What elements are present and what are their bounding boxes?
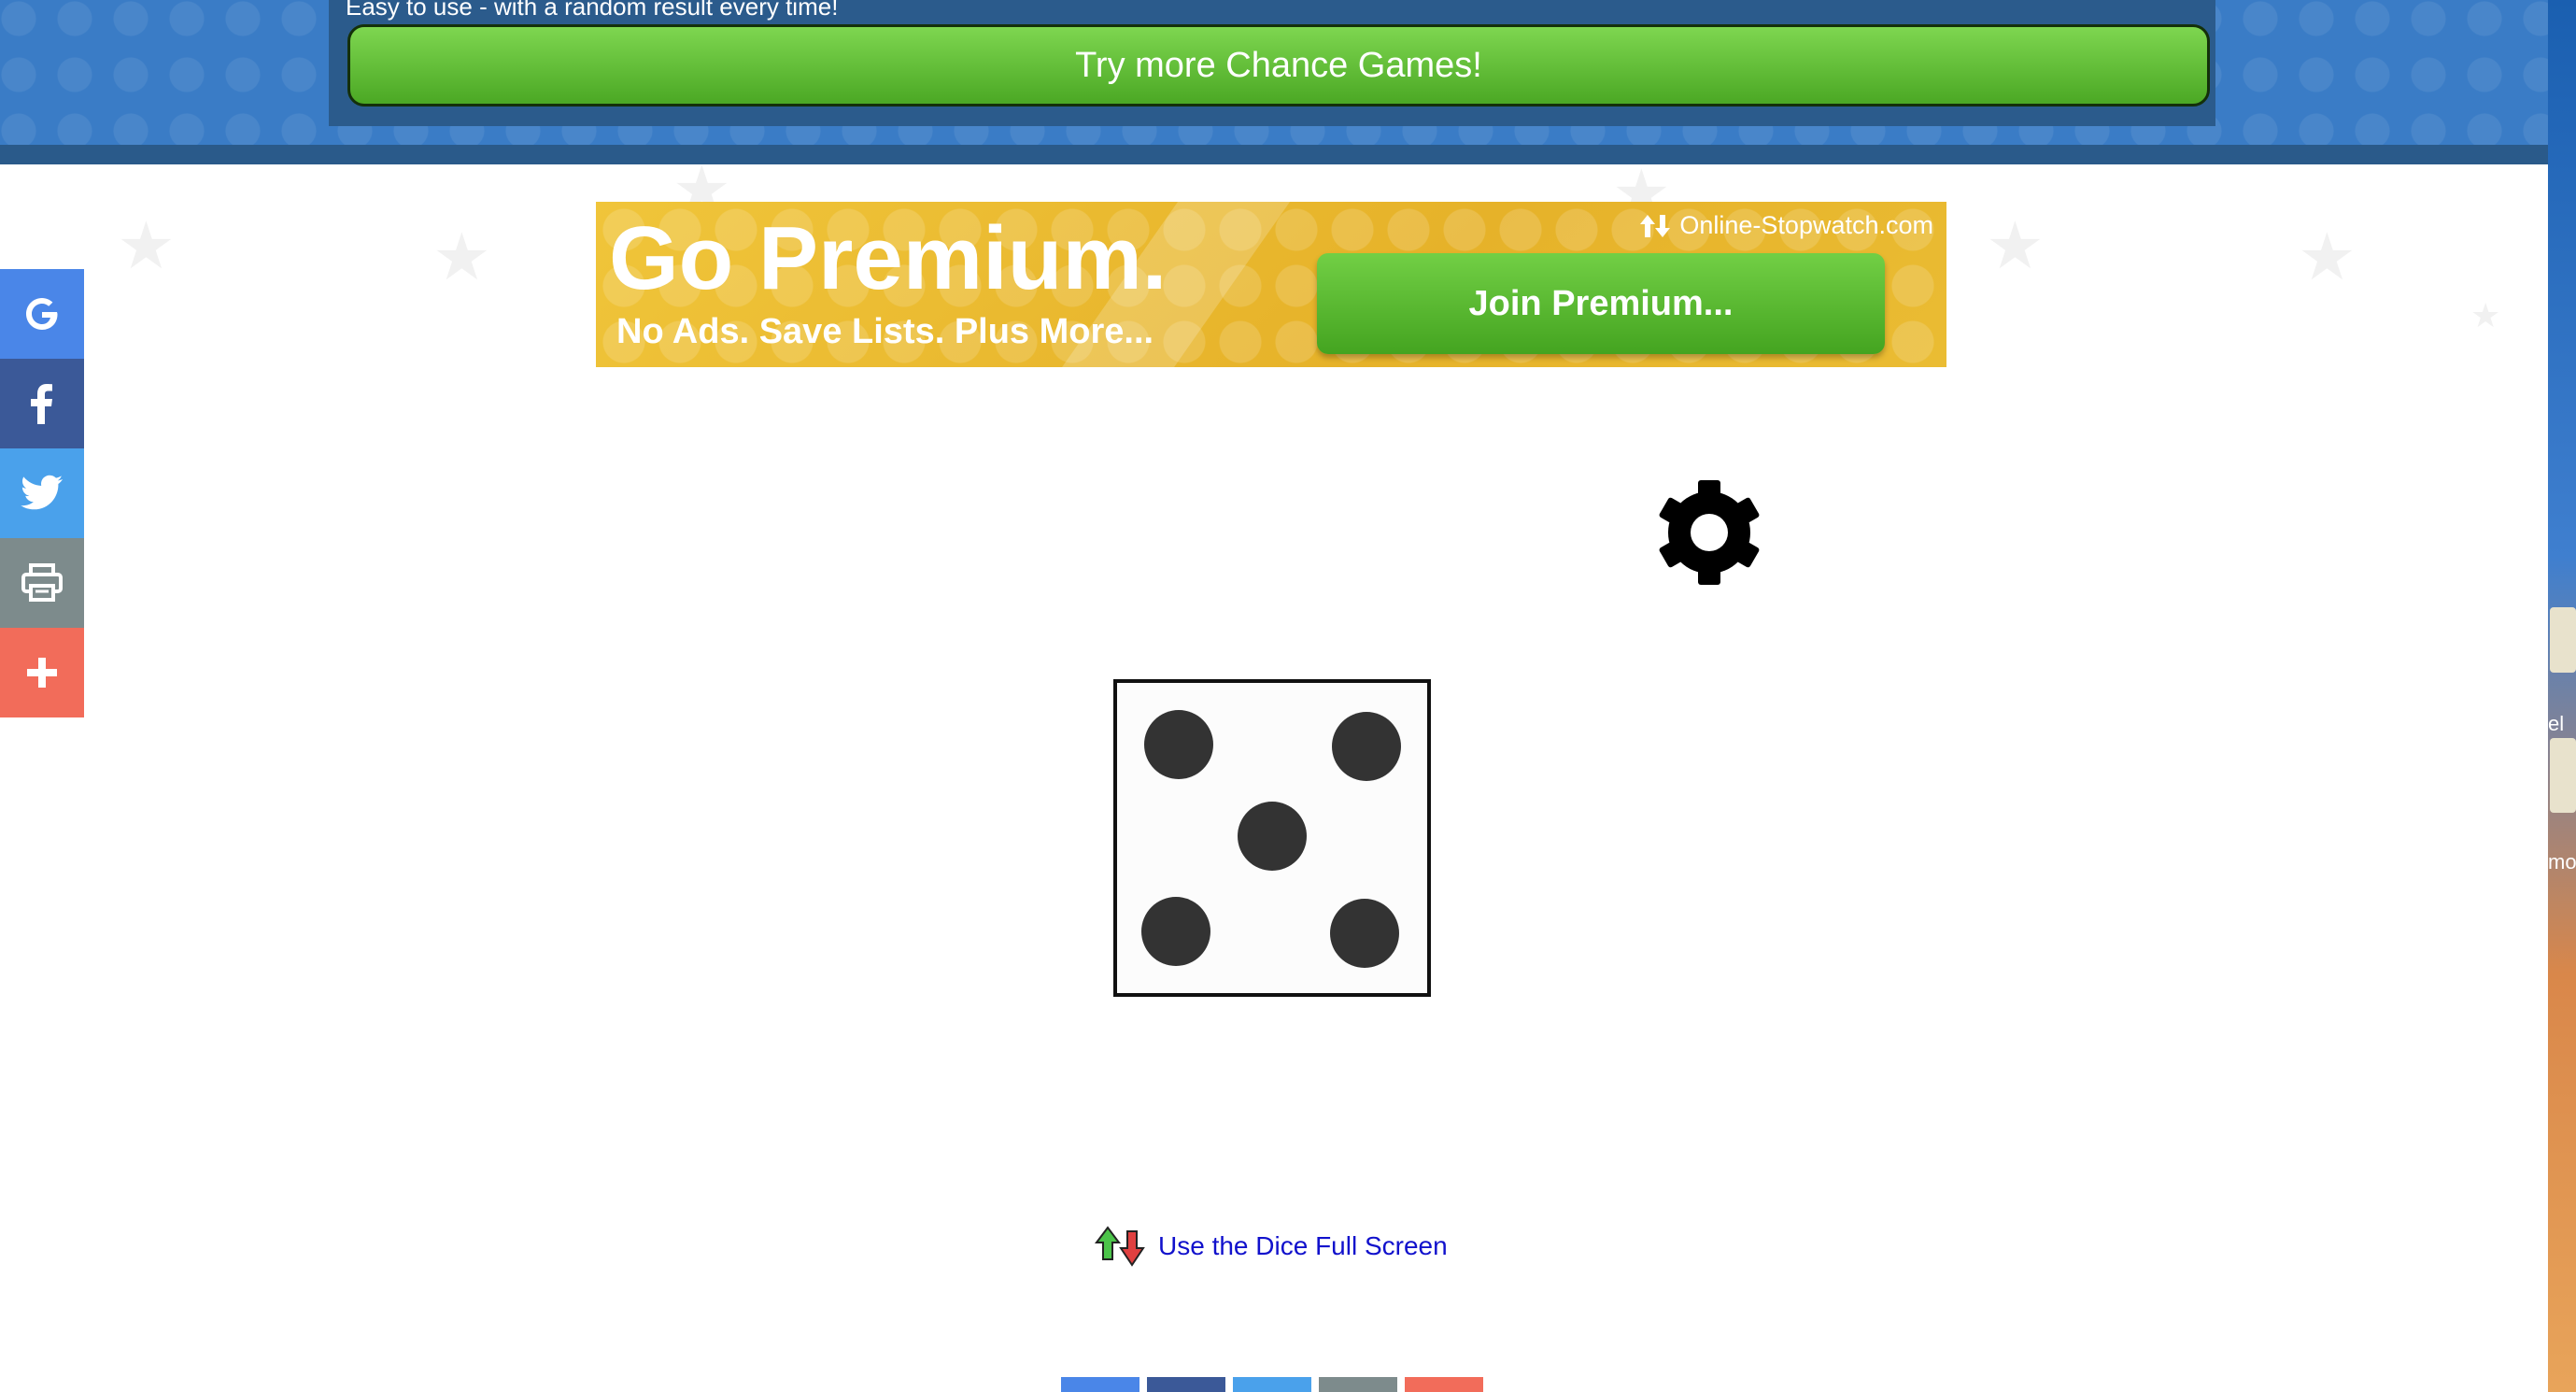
header-strip [0, 145, 2576, 164]
header-panel: Easy to use - with a random result every… [329, 0, 2215, 126]
settings-gear-icon[interactable] [1653, 476, 1765, 589]
dice-pip [1238, 802, 1307, 871]
facebook-share-button[interactable] [1147, 1377, 1225, 1392]
fullscreen-arrows-icon [1095, 1226, 1145, 1267]
header-tagline: Easy to use - with a random result every… [346, 0, 839, 21]
background-star-icon: ★ [1986, 209, 2045, 282]
premium-banner[interactable]: Go Premium. No Ads. Save Lists. Plus Mor… [596, 202, 1946, 367]
print-icon [21, 563, 63, 602]
google-share-button[interactable] [0, 269, 84, 359]
dice-pip [1330, 899, 1399, 968]
fullscreen-link[interactable]: Use the Dice Full Screen [1093, 1224, 1448, 1269]
edge-text: el [2548, 712, 2565, 735]
google-icon [26, 298, 58, 330]
up-down-arrows-icon [1640, 214, 1671, 237]
fullscreen-link-text: Use the Dice Full Screen [1158, 1231, 1448, 1260]
desktop-background-edge: el mo [2548, 0, 2576, 1392]
dice-pip [1332, 712, 1401, 781]
bottom-share-bar [1061, 1377, 1483, 1392]
thumbnail-card [2550, 607, 2576, 673]
brand-text: Online-Stopwatch.com [1679, 211, 1933, 239]
social-share-sidebar [0, 269, 84, 717]
thumbnail-card [2550, 738, 2576, 813]
print-button[interactable] [0, 538, 84, 628]
try-chance-games-button[interactable]: Try more Chance Games! [347, 24, 2210, 107]
premium-subtitle: No Ads. Save Lists. Plus More... [616, 312, 1154, 351]
background-star-icon: ★ [117, 209, 176, 282]
more-share-button[interactable] [1405, 1377, 1483, 1392]
dice[interactable] [1113, 679, 1431, 997]
background-star-icon: ★ [432, 220, 491, 293]
dice-pip [1141, 897, 1210, 966]
dice-pip [1144, 710, 1213, 779]
brand-label: Online-Stopwatch.com [1636, 211, 1933, 240]
plus-icon [27, 658, 57, 688]
more-share-button[interactable] [0, 628, 84, 717]
print-button[interactable] [1319, 1377, 1397, 1392]
google-share-button[interactable] [1061, 1377, 1139, 1392]
facebook-share-button[interactable] [0, 359, 84, 448]
background-star-icon: ★ [2470, 296, 2501, 334]
top-header: Easy to use - with a random result every… [0, 0, 2576, 164]
twitter-share-button[interactable] [1233, 1377, 1311, 1392]
premium-title: Go Premium. [609, 208, 1168, 308]
twitter-share-button[interactable] [0, 448, 84, 538]
background-star-icon: ★ [2298, 220, 2357, 293]
facebook-icon [31, 384, 52, 424]
edge-text: mo [2548, 850, 2576, 874]
join-premium-button[interactable]: Join Premium... [1317, 253, 1885, 354]
twitter-icon [21, 475, 63, 510]
